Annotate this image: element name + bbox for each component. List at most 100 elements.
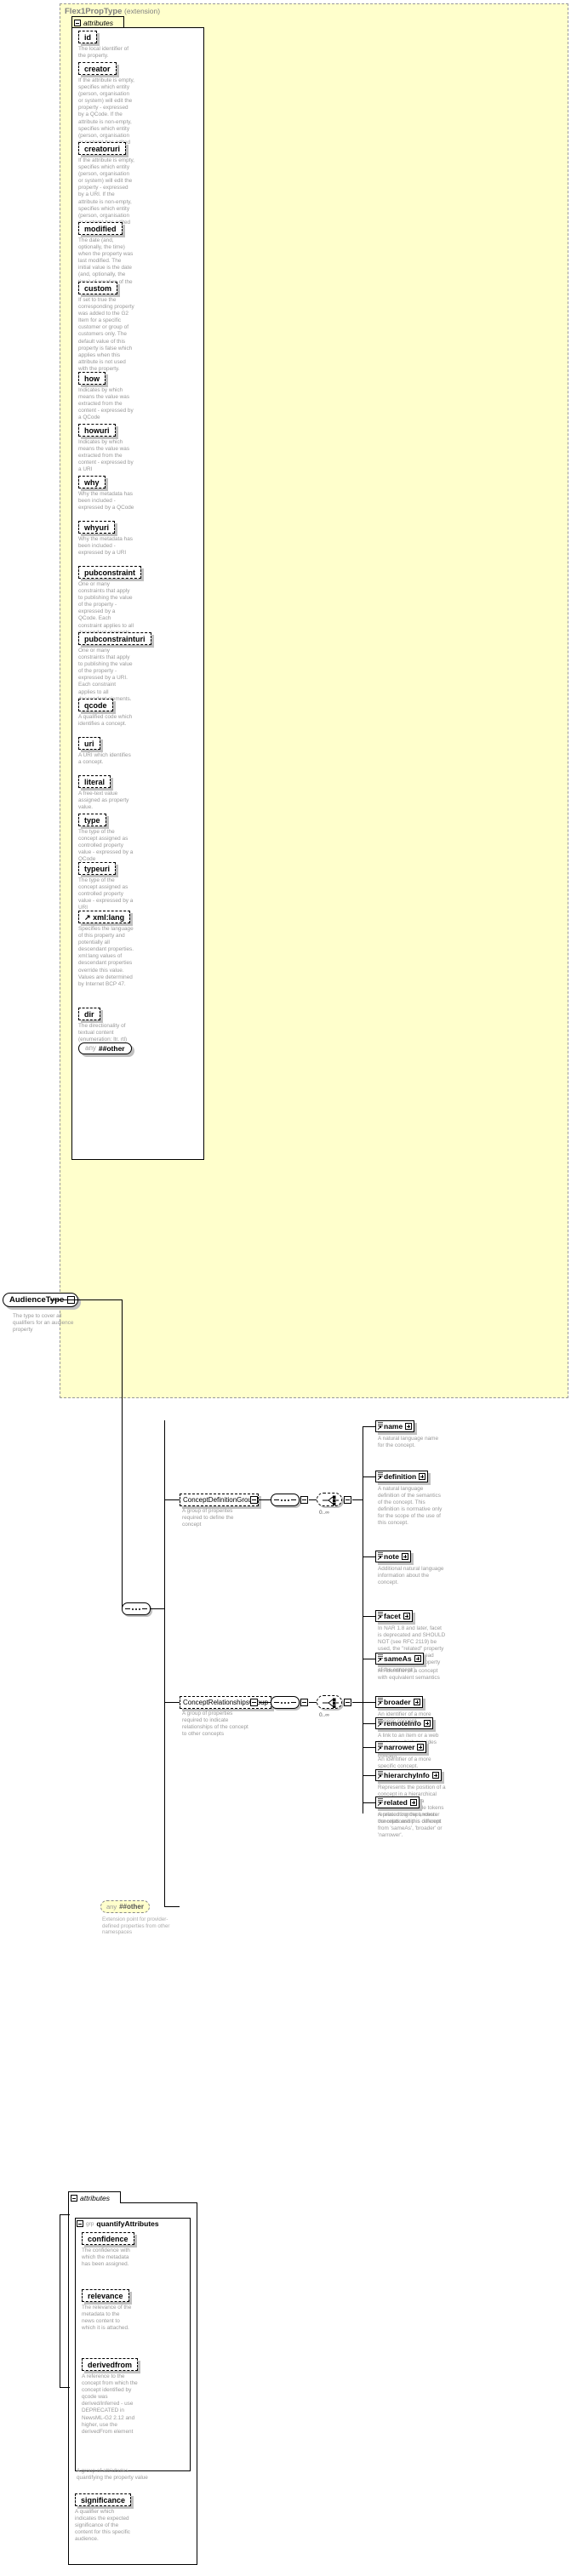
- element-sameas[interactable]: ↗ sameAs: [375, 1653, 424, 1665]
- attribute-pubconstrainturi[interactable]: pubconstrainturi: [78, 632, 151, 645]
- attribute-pubconstraint[interactable]: pubconstraint: [78, 566, 141, 579]
- sequence-node-root[interactable]: [122, 1602, 151, 1615]
- attribute-xml-lang[interactable]: ↗ xml:lang: [78, 911, 131, 923]
- attribute-how[interactable]: how: [78, 372, 106, 385]
- sequence-node-cdg[interactable]: [271, 1494, 300, 1506]
- quantify-attributes-tab[interactable]: attributes: [68, 2191, 121, 2203]
- collapse-icon[interactable]: [71, 2194, 77, 2202]
- connector-elem: [363, 1723, 375, 1724]
- attribute-id[interactable]: id: [78, 31, 97, 43]
- element-hierarchyinfo[interactable]: ↗ hierarchyInfo: [375, 1769, 442, 1781]
- attribute-literal[interactable]: literal: [78, 775, 111, 788]
- attribute-howuri[interactable]: howuri: [78, 424, 116, 437]
- attribute-typeuri-desc: The type of the concept assigned as cont…: [78, 877, 134, 911]
- choice-node-crg[interactable]: [317, 1695, 342, 1709]
- attribute-custom[interactable]: custom: [78, 282, 118, 294]
- attribute-name: xml:lang: [93, 913, 125, 922]
- expand-icon[interactable]: [405, 1423, 413, 1430]
- collapse-icon[interactable]: [250, 1699, 258, 1706]
- attribute-qcode-desc: A qualified code which identifies a conc…: [78, 714, 133, 728]
- sequence-node-crg[interactable]: [271, 1696, 300, 1709]
- element-broader[interactable]: ↗ broader: [375, 1696, 423, 1708]
- attribute-creatoruri[interactable]: creatoruri: [78, 142, 127, 155]
- expand-icon[interactable]: [413, 1699, 420, 1705]
- attribute-name: pubconstrainturi: [84, 635, 146, 643]
- element-sameas-desc: An identifier of a concept with equivale…: [378, 1668, 440, 1682]
- element-broader-desc: An identifier of a more generic concept.: [378, 1711, 431, 1725]
- connector-crg-choice: [309, 1702, 317, 1703]
- type-title-suffix: (extension): [124, 7, 161, 15]
- extension-point-desc: Extension point for provider-defined pro…: [102, 1916, 170, 1936]
- expand-icon[interactable]: [403, 1613, 410, 1619]
- element-definition[interactable]: ↗ definition: [375, 1471, 429, 1482]
- attribute-name: whyuri: [84, 523, 110, 532]
- element-related[interactable]: ↗ related: [375, 1796, 420, 1808]
- element-label: narrower: [384, 1743, 415, 1751]
- element-note[interactable]: ↗ note: [375, 1551, 411, 1562]
- connector-cdg-seq: [259, 1499, 271, 1500]
- attribute-id-desc: The local identifier of the property.: [78, 46, 128, 60]
- collapse-icon[interactable]: [77, 2220, 83, 2227]
- element-label: hierarchyInfo: [384, 1771, 430, 1779]
- attributes-tab-label: attributes: [83, 18, 113, 27]
- any-other-extension-box[interactable]: any ##other: [100, 1900, 150, 1913]
- element-definition-desc: A natural language definition of the sem…: [378, 1486, 443, 1527]
- multiplicity-cdg: 0..∞: [319, 1510, 329, 1516]
- quantify-group-header[interactable]: grp quantifyAttributes: [77, 2219, 159, 2228]
- attribute-confidence-desc: The confidence with which the metadata h…: [82, 2248, 130, 2268]
- element-facet[interactable]: ↗ facet: [375, 1610, 413, 1622]
- collapse-icon[interactable]: [300, 1699, 308, 1706]
- attribute-uri[interactable]: uri: [78, 737, 100, 750]
- quantify-connector-bottom: [60, 2387, 70, 2388]
- attribute-name: literal: [84, 778, 106, 786]
- element-name-desc: A natural language name for the concept.: [378, 1436, 439, 1449]
- element-label: note: [384, 1552, 399, 1561]
- collapse-icon[interactable]: [344, 1496, 351, 1504]
- collapse-icon[interactable]: [344, 1699, 351, 1706]
- connector-conceptdef: [164, 1499, 180, 1500]
- attribute-name: dir: [84, 1010, 94, 1019]
- expand-icon[interactable]: [431, 1772, 439, 1779]
- element-narrower-desc: An identifier of a more specific concept…: [378, 1756, 431, 1770]
- quantify-group-desc: A group of attriubutes quantifying the p…: [77, 2468, 148, 2482]
- collapse-icon[interactable]: [300, 1496, 308, 1504]
- attribute-name: custom: [84, 284, 112, 293]
- expand-icon[interactable]: [417, 1744, 425, 1751]
- audiencetype-desc: The type to cover all qualifiers for an …: [13, 1313, 74, 1334]
- element-narrower[interactable]: ↗ narrower: [375, 1741, 427, 1753]
- attribute-name: derivedfrom: [88, 2361, 133, 2369]
- schema-diagram-canvas: Flex1PropType (extension) attributes id …: [0, 0, 571, 2576]
- attribute-derivedfrom[interactable]: derivedfrom: [82, 2358, 139, 2371]
- collapse-icon[interactable]: [250, 1496, 258, 1504]
- attribute-relevance[interactable]: relevance: [82, 2289, 129, 2302]
- conceptrelationshipsgroup-desc: A group of properties required to indica…: [182, 1711, 248, 1738]
- attribute-creator[interactable]: creator: [78, 62, 117, 75]
- any-other-attribute[interactable]: any ##other: [78, 1042, 132, 1054]
- attribute-significance[interactable]: significance: [75, 2493, 132, 2506]
- element-name[interactable]: ↗ name: [375, 1420, 415, 1432]
- attribute-dir[interactable]: dir: [78, 1008, 100, 1020]
- attribute-typeuri[interactable]: typeuri: [78, 862, 117, 875]
- conceptdefinitiongroup-desc: A group of properites required to define…: [182, 1508, 234, 1528]
- expand-icon[interactable]: [401, 1553, 408, 1560]
- spine-to-sequence: [122, 1299, 123, 1608]
- expand-icon[interactable]: [419, 1473, 426, 1480]
- element-facet-desc: In NAR 1.8 and later, facet is deprecate…: [378, 1625, 446, 1673]
- attributes-tab[interactable]: attributes: [71, 16, 124, 28]
- conceptdefinitiongroup-box[interactable]: ConceptDefinitionGroup: [180, 1494, 260, 1506]
- expand-icon[interactable]: [414, 1655, 421, 1662]
- attribute-confidence[interactable]: confidence: [82, 2232, 134, 2245]
- attribute-xml-lang-desc: Specifies the language of this property …: [78, 926, 134, 987]
- attribute-type[interactable]: type: [78, 814, 106, 826]
- connector-elem: [363, 1747, 375, 1748]
- attribute-why[interactable]: why: [78, 476, 106, 488]
- expand-icon[interactable]: [409, 1799, 417, 1806]
- attribute-whyuri[interactable]: whyuri: [78, 521, 116, 534]
- collapse-icon[interactable]: [74, 19, 81, 26]
- connector-crg-seq: [259, 1702, 271, 1703]
- attribute-qcode[interactable]: qcode: [78, 699, 113, 711]
- page-title: Flex1PropType (extension): [65, 7, 160, 16]
- attribute-modified[interactable]: modified: [78, 222, 123, 235]
- choice-node-cdg[interactable]: [317, 1493, 342, 1506]
- connector-cdg-elems: [352, 1499, 363, 1500]
